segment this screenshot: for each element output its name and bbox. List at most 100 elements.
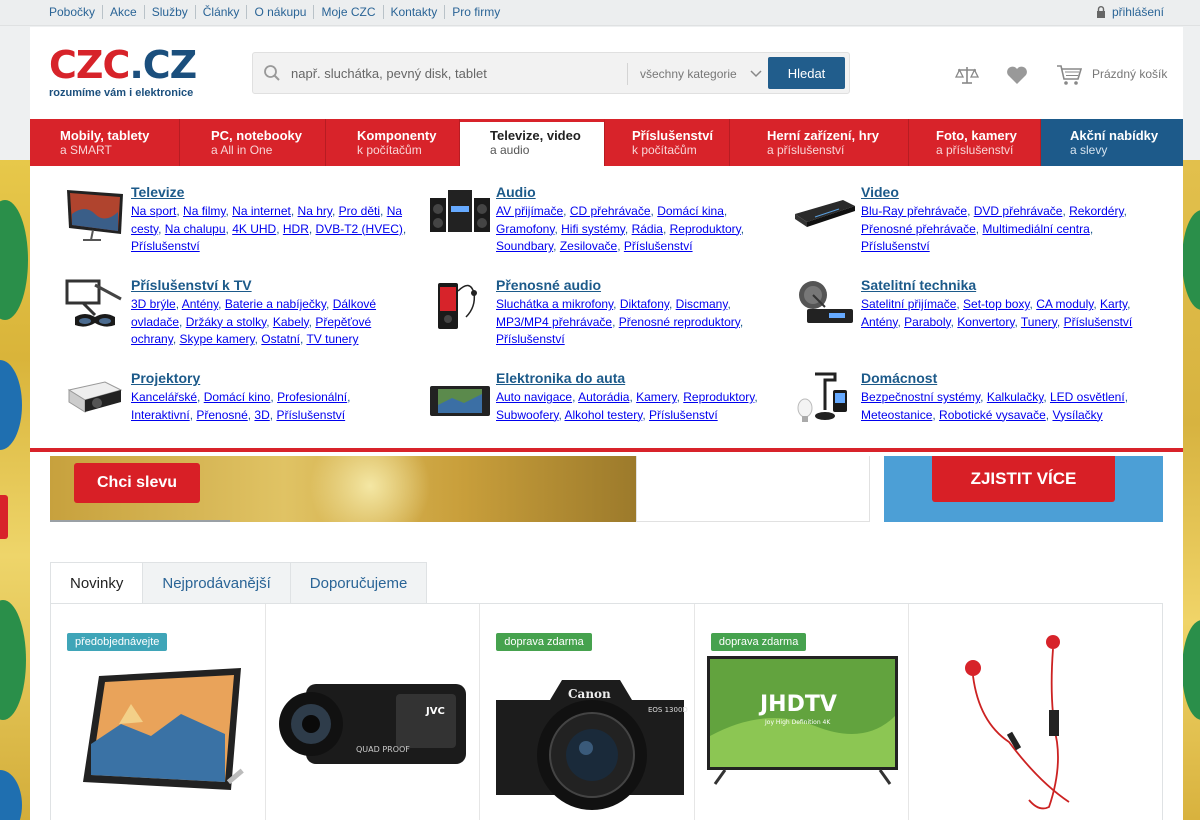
link-baterie[interactable]: Baterie a nabíječky [225, 297, 326, 311]
link-prenosne-reproduktory[interactable]: Přenosné reproduktory [619, 315, 740, 329]
link-prislusenstvi-auto[interactable]: Příslušenství [649, 408, 718, 422]
link-domaci-kino[interactable]: Domácí kino [204, 390, 271, 404]
category-title-televize[interactable]: Televize [131, 184, 184, 200]
link-bezpecnostni-systemy[interactable]: Bezpečnostní systémy [861, 390, 980, 404]
link-reproduktory-auto[interactable]: Reproduktory [683, 390, 754, 404]
category-title-satelitni[interactable]: Satelitní technika [861, 277, 976, 293]
link-roboticke-vysavace[interactable]: Robotické vysavače [939, 408, 1046, 422]
category-title-domacnost[interactable]: Domácnost [861, 370, 937, 386]
link-anteny[interactable]: Antény [182, 297, 218, 311]
link-konvertory[interactable]: Konvertory [957, 315, 1014, 329]
link-domaci-kina[interactable]: Domácí kina [657, 204, 724, 218]
link-vysilacky[interactable]: Vysílačky [1052, 408, 1102, 422]
nav-mobily-tablety[interactable]: Mobily, tablety a SMART [30, 119, 180, 166]
product-card-tv[interactable]: doprava zdarma JHDTV Joy High Definition… [695, 604, 910, 820]
cart-icon[interactable] [1056, 64, 1082, 86]
heart-icon[interactable] [1005, 64, 1029, 86]
link-kancelarske[interactable]: Kancelářské [131, 390, 197, 404]
link-ostatni[interactable]: Ostatní [261, 332, 300, 346]
link-4k-uhd[interactable]: 4K UHD [232, 222, 276, 236]
category-title-projektory[interactable]: Projektory [131, 370, 200, 386]
category-title-auto[interactable]: Elektronika do auta [496, 370, 625, 386]
nav-herni-zarizeni[interactable]: Herní zařízení, hry a příslušenství [730, 119, 909, 166]
link-prislusenstvi-audio[interactable]: Příslušenství [624, 239, 693, 253]
link-kabely[interactable]: Kabely [273, 315, 309, 329]
product-card-camcorder[interactable]: JVC QUAD PROOF [266, 604, 481, 820]
toplink-pro-firmy[interactable]: Pro firmy [444, 5, 507, 19]
nav-foto-kamery[interactable]: Foto, kamery a příslušenství [909, 119, 1041, 166]
link-prislusenstvi-sat[interactable]: Příslušenství [1064, 315, 1133, 329]
link-kamery-auto[interactable]: Kamery [636, 390, 676, 404]
nav-akcni-nabidky[interactable]: Akční nabídky a slevy [1041, 119, 1183, 166]
link-mp3[interactable]: MP3/MP4 přehrávače [496, 315, 612, 329]
link-satelitni-prijimace[interactable]: Satelitní přijímače [861, 297, 956, 311]
toplink-kontakty[interactable]: Kontakty [382, 5, 445, 19]
search-button[interactable]: Hledat [768, 57, 845, 89]
link-rekordery[interactable]: Rekordéry [1069, 204, 1123, 218]
link-hdr[interactable]: HDR [283, 222, 309, 236]
link-ca-moduly[interactable]: CA moduly [1036, 297, 1093, 311]
link-karty[interactable]: Karty [1100, 297, 1127, 311]
link-na-sport[interactable]: Na sport [131, 204, 176, 218]
link-subwoofery[interactable]: Subwoofery [496, 408, 558, 422]
link-profesionalni[interactable]: Profesionální [277, 390, 347, 404]
link-tunery[interactable]: Tunery [1021, 315, 1057, 329]
link-set-top-boxy[interactable]: Set-top boxy [963, 297, 1029, 311]
link-autoradia[interactable]: Autorádia [578, 390, 629, 404]
link-paraboly[interactable]: Paraboly [904, 315, 950, 329]
link-alkohol-testery[interactable]: Alkohol testery [565, 408, 643, 422]
tab-novinky[interactable]: Novinky [50, 562, 144, 604]
toplink-moje-czc[interactable]: Moje CZC [313, 5, 382, 19]
link-auto-navigace[interactable]: Auto navigace [496, 390, 572, 404]
link-radia[interactable]: Rádia [632, 222, 663, 236]
cart-label[interactable]: Prázdný košík [1092, 67, 1167, 81]
link-av-prijimace[interactable]: AV přijímače [496, 204, 563, 218]
link-dvd[interactable]: DVD přehrávače [974, 204, 1063, 218]
toplink-sluzby[interactable]: Služby [143, 5, 195, 19]
link-pro-deti[interactable]: Pro děti [339, 204, 380, 218]
link-sluchatka[interactable]: Sluchátka a mikrofony [496, 297, 613, 311]
link-diktafony[interactable]: Diktafony [620, 297, 669, 311]
link-na-hry[interactable]: Na hry [298, 204, 332, 218]
link-prenosne-prehravace[interactable]: Přenosné přehrávače [861, 222, 976, 236]
link-tv-tunery[interactable]: TV tunery [306, 332, 358, 346]
link-kalkulacky[interactable]: Kalkulačky [987, 390, 1043, 404]
link-na-filmy[interactable]: Na filmy [183, 204, 225, 218]
link-prenosne-proj[interactable]: Přenosné [196, 408, 247, 422]
link-drzaky[interactable]: Držáky a stolky [186, 315, 266, 329]
link-prislusenstvi-prenosne[interactable]: Příslušenství [496, 332, 565, 346]
link-dvb-t2[interactable]: DVB-T2 (HVEC) [316, 222, 403, 236]
link-interaktivni[interactable]: Interaktivní [131, 408, 190, 422]
nav-komponenty[interactable]: Komponenty k počítačům [326, 119, 460, 166]
link-hifi-systemy[interactable]: Hifi systémy [561, 222, 625, 236]
promo-banner-right[interactable]: ZJISTIT VÍCE [884, 456, 1163, 522]
nav-pc-notebooky[interactable]: PC, notebooky a All in One [180, 119, 326, 166]
logo[interactable]: CZC.CZ rozumíme vám i elektronice [49, 45, 197, 99]
link-reproduktory[interactable]: Reproduktory [670, 222, 741, 236]
zjistit-vice-button[interactable]: ZJISTIT VÍCE [932, 456, 1115, 502]
link-3d-bryle[interactable]: 3D brýle [131, 297, 176, 311]
link-meteostanice[interactable]: Meteostanice [861, 408, 932, 422]
login-link[interactable]: přihlášení [1096, 5, 1164, 19]
category-title-video[interactable]: Video [861, 184, 899, 200]
category-select[interactable]: všechny kategorie [627, 63, 767, 85]
tab-nejprodavanejsi[interactable]: Nejprodávanější [143, 562, 291, 604]
nav-televize-video[interactable]: Televize, video a audio [460, 119, 605, 166]
tab-doporucujeme[interactable]: Doporučujeme [290, 562, 428, 604]
link-prislusenstvi-tv[interactable]: Příslušenství [131, 239, 200, 253]
chci-slevu-button[interactable]: Chci slevu [74, 463, 200, 503]
link-zesilovace[interactable]: Zesilovače [560, 239, 617, 253]
link-prislusenstvi-proj[interactable]: Příslušenství [276, 408, 345, 422]
category-title-audio[interactable]: Audio [496, 184, 536, 200]
link-soundbary[interactable]: Soundbary [496, 239, 553, 253]
link-multimedialni-centra[interactable]: Multimediální centra [982, 222, 1089, 236]
link-cd-prehravace[interactable]: CD přehrávače [570, 204, 651, 218]
toplink-pobocky[interactable]: Pobočky [49, 5, 102, 19]
link-prislusenstvi-video[interactable]: Příslušenství [861, 239, 930, 253]
link-gramofony[interactable]: Gramofony [496, 222, 554, 236]
link-discmany[interactable]: Discmany [676, 297, 728, 311]
category-title-prislusenstvi-tv[interactable]: Příslušenství k TV [131, 277, 252, 293]
product-card-dslr[interactable]: doprava zdarma Canon EOS 1300D [480, 604, 695, 820]
category-title-prenosne-audio[interactable]: Přenosné audio [496, 277, 601, 293]
link-na-chalupu[interactable]: Na chalupu [165, 222, 226, 236]
